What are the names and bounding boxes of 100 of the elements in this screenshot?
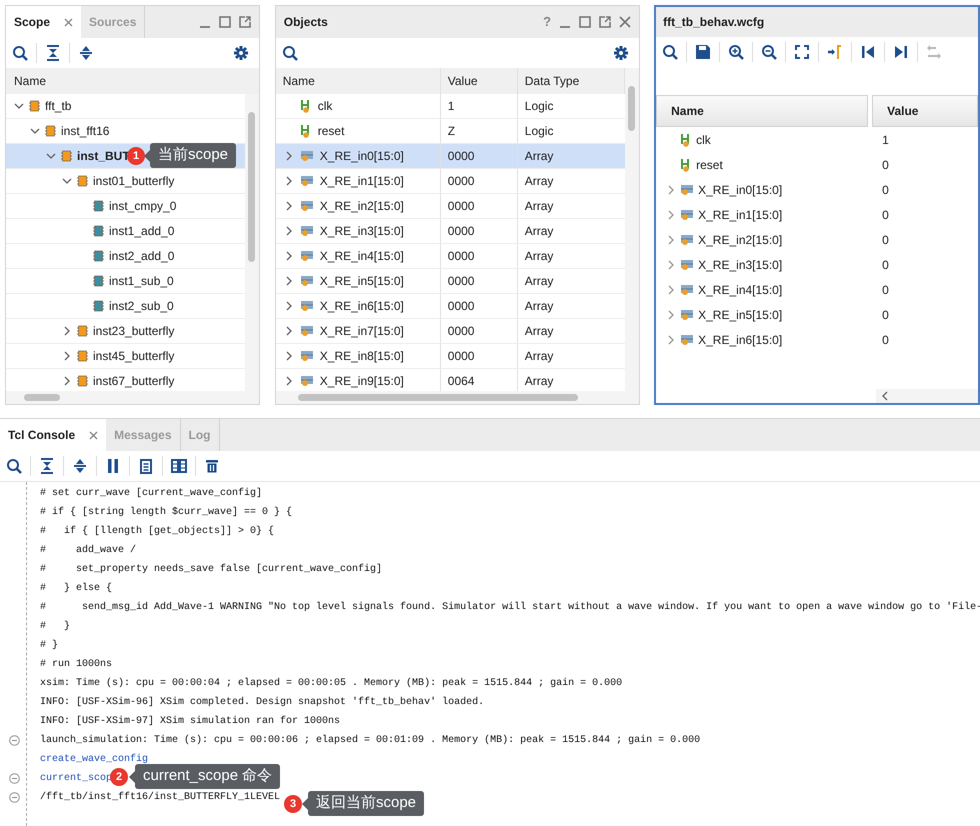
maximize-icon[interactable] [579,16,592,28]
table-cell-text: 0064 [448,373,474,390]
tree-item[interactable]: inst2_add_0 [6,244,245,269]
tree-item[interactable]: inst1_add_0 [6,219,245,244]
table-row[interactable]: X_RE_in3[15:0] 0000 Array [276,219,626,244]
zoom-in-icon[interactable] [728,44,744,60]
chevron-right-icon[interactable] [284,226,294,236]
tree-item[interactable]: inst_cmpy_0 [6,194,245,219]
skip-end-icon[interactable] [893,44,910,60]
chevron-right-icon[interactable] [666,184,676,194]
save-icon[interactable] [695,44,712,60]
table-row[interactable]: X_RE_in1[15:0] 0000 Array [276,169,626,194]
column-header[interactable]: Name [14,72,46,90]
fit-icon[interactable] [794,44,810,60]
vertical-scrollbar[interactable] [244,94,259,391]
expand-icon[interactable] [78,45,94,61]
table-row[interactable]: X_RE_in7[15:0] 0000 Array [276,319,626,344]
search-icon[interactable] [12,45,28,61]
expand-icon[interactable] [72,458,88,474]
callout-tooltip: current_scope 命令 [129,764,280,789]
skip-start-icon[interactable] [860,44,876,60]
collapse-icon[interactable] [45,45,61,61]
pause-icon[interactable] [105,458,121,474]
chevron-right-icon[interactable] [62,351,72,361]
chevron-right-icon[interactable] [666,310,676,320]
collapse-icon[interactable] [8,792,20,803]
signal-name[interactable]: X_RE_in0[15:0] [698,180,782,198]
chevron-down-icon[interactable] [62,176,72,186]
search-icon[interactable] [6,458,22,474]
close-icon[interactable] [64,18,74,26]
vertical-scrollbar[interactable] [625,68,640,391]
chevron-right-icon[interactable] [666,284,676,294]
settings-icon[interactable] [613,45,630,61]
chevron-right-icon[interactable] [666,234,676,244]
collapse-icon[interactable] [8,773,20,784]
tree-item[interactable]: inst45_butterfly [6,344,245,369]
close-icon[interactable] [89,430,98,440]
float-icon[interactable] [599,16,612,28]
chevron-right-icon[interactable] [666,334,676,344]
chevron-right-icon[interactable] [666,260,676,270]
chevron-right-icon[interactable] [284,351,294,361]
column-header[interactable]: Value [440,68,518,94]
signal-name[interactable]: clk [696,130,711,148]
table-row[interactable]: X_RE_in2[15:0] 0000 Array [276,194,626,219]
search-icon[interactable] [282,45,298,61]
chevron-right-icon[interactable] [284,376,294,386]
chevron-right-icon[interactable] [62,326,72,336]
signal-name[interactable]: X_RE_in5[15:0] [698,306,782,324]
signal-name[interactable]: X_RE_in1[15:0] [698,206,782,224]
table-row[interactable]: X_RE_in5[15:0] 0000 Array [276,269,626,294]
column-header[interactable]: Value [872,95,978,127]
chevron-right-icon[interactable] [284,276,294,286]
tree-item[interactable]: inst23_butterfly [6,319,245,344]
trash-icon[interactable] [204,458,220,474]
horizontal-scrollbar[interactable] [876,389,978,403]
horizontal-scrollbar[interactable] [6,391,259,404]
zoom-out-icon[interactable] [761,44,778,60]
chevron-left-icon[interactable] [880,391,890,401]
module-icon [45,125,56,137]
chevron-right-icon[interactable] [284,176,294,186]
table-row[interactable]: clk 1 Logic [276,94,626,119]
signal-name[interactable]: reset [696,156,723,174]
columns-icon[interactable] [171,458,187,474]
table-row[interactable]: X_RE_in4[15:0] 0000 Array [276,244,626,269]
tree-item[interactable]: inst01_butterfly [6,169,245,194]
signal-name[interactable]: X_RE_in4[15:0] [698,280,782,298]
chevron-right-icon[interactable] [284,326,294,336]
table-row[interactable]: X_RE_in8[15:0] 0000 Array [276,344,626,369]
chevron-right-icon[interactable] [62,376,72,386]
chevron-down-icon[interactable] [30,126,40,136]
chevron-down-icon[interactable] [46,151,56,161]
column-header[interactable]: Name [656,95,868,127]
tree-item[interactable]: inst1_sub_0 [6,269,245,294]
table-row[interactable]: X_RE_in0[15:0] 0000 Array [276,144,626,169]
document-icon[interactable] [138,458,154,474]
chevron-right-icon[interactable] [284,201,294,211]
maximize-icon[interactable] [218,16,231,28]
chevron-right-icon[interactable] [666,210,676,220]
tab[interactable]: Scope [6,6,82,38]
float-icon[interactable] [238,16,251,28]
horizontal-scrollbar[interactable] [276,391,640,404]
tab[interactable]: Tcl Console [0,419,106,451]
chevron-right-icon[interactable] [284,301,294,311]
marker-icon[interactable] [827,44,844,60]
tree-item[interactable]: inst2_sub_0 [6,294,245,319]
column-header[interactable]: Name [276,68,441,94]
chevron-right-icon[interactable] [284,151,294,161]
collapse-icon[interactable] [39,458,55,474]
table-row[interactable]: X_RE_in6[15:0] 0000 Array [276,294,626,319]
collapse-icon[interactable] [8,735,20,746]
signal-name[interactable]: X_RE_in6[15:0] [698,330,782,348]
search-icon[interactable] [662,44,678,60]
signal-name[interactable]: X_RE_in3[15:0] [698,256,782,274]
settings-icon[interactable] [232,45,249,61]
tree-item[interactable]: fft_tb [6,94,245,119]
chevron-down-icon[interactable] [14,101,24,111]
panel-title: Objects [284,14,328,31]
close-icon[interactable] [619,16,632,28]
signal-name[interactable]: X_RE_in2[15:0] [698,230,782,248]
chevron-right-icon[interactable] [284,251,294,261]
